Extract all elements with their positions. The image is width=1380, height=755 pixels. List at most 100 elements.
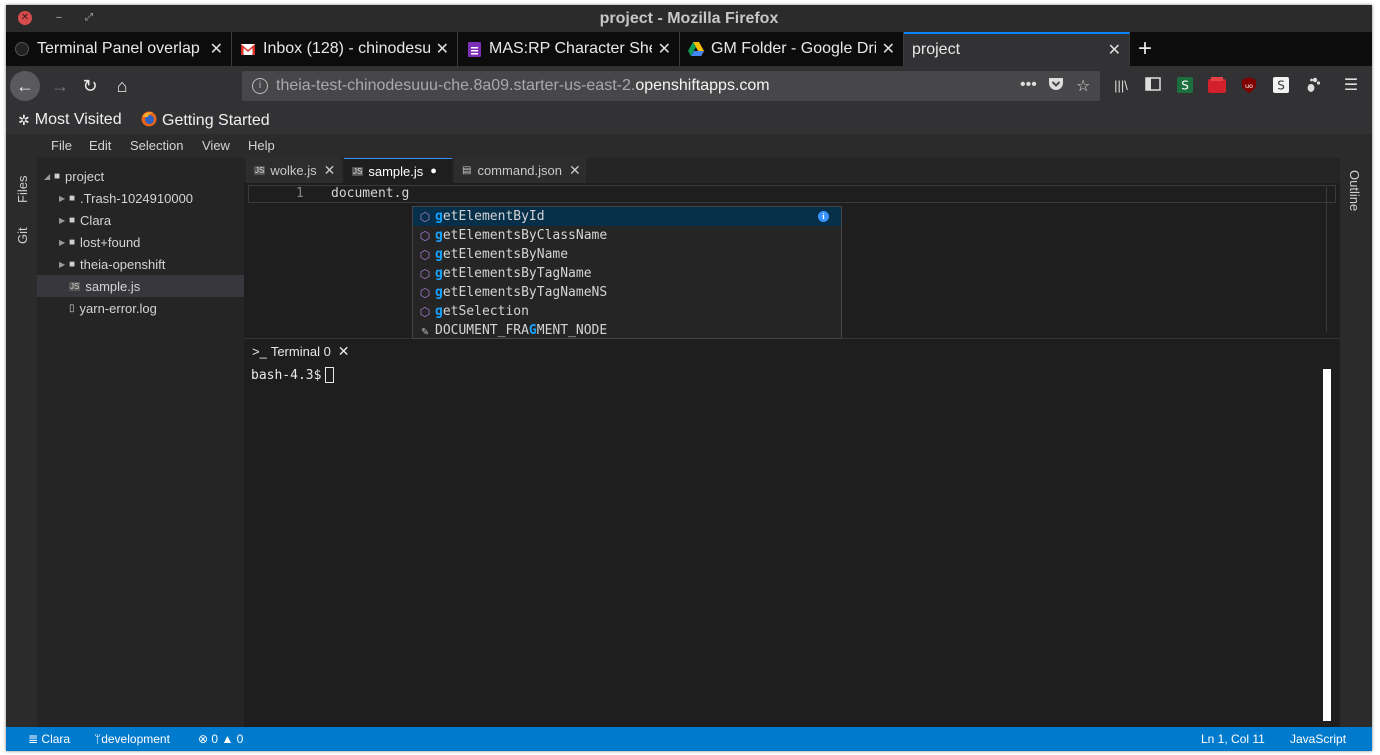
- folder-icon: ■: [69, 258, 76, 270]
- svg-text:S: S: [1181, 79, 1189, 93]
- browser-tab[interactable]: Inbox (128) - chinodesuuu ✕: [232, 32, 458, 66]
- tree-node-label: Clara: [80, 212, 112, 228]
- home-icon[interactable]: ⌂: [108, 72, 136, 100]
- s-extension-icon[interactable]: S: [1272, 77, 1290, 95]
- browser-tab[interactable]: GM Folder - Google Drive ✕: [680, 32, 904, 66]
- close-icon[interactable]: ✕: [210, 39, 223, 59]
- tree-root-project[interactable]: ◢ ■ project: [37, 165, 244, 187]
- hamburger-menu-icon[interactable]: ☰: [1342, 77, 1360, 95]
- new-tab-icon[interactable]: +: [1138, 35, 1152, 63]
- bookmark-most-visited[interactable]: ✲ Most Visited: [18, 111, 122, 129]
- ublock-origin-icon[interactable]: uo: [1240, 77, 1258, 95]
- code-line[interactable]: document.g: [331, 186, 409, 201]
- unsaved-dot-icon[interactable]: ●: [430, 165, 437, 177]
- url-domain: openshiftapps.com: [635, 77, 770, 94]
- js-file-icon: JS: [352, 166, 364, 176]
- title-bar: ✕ – ⤢ project - Mozilla Firefox: [6, 5, 1372, 32]
- tree-node-file[interactable]: JS sample.js: [37, 275, 244, 297]
- close-icon[interactable]: ✕: [882, 39, 895, 59]
- status-cursor-position[interactable]: Ln 1, Col 11: [1201, 732, 1265, 746]
- reload-icon[interactable]: ↻: [76, 72, 104, 100]
- editor-tab-label: sample.js: [368, 163, 424, 179]
- sidebar-toggle-icon[interactable]: [1144, 77, 1162, 95]
- browser-tab[interactable]: Terminal Panel overlap ✕: [6, 32, 232, 66]
- pocket-icon[interactable]: [1048, 76, 1064, 97]
- error-count: 0: [211, 732, 219, 746]
- file-explorer: ◢ ■ project ▶ ■ .Trash-1024910000 ▶ ■ Cl…: [37, 158, 244, 727]
- menu-help[interactable]: Help: [248, 138, 275, 153]
- editor-tab-bar: JS wolke.js ✕ JS sample.js ● ▤ command.j…: [244, 158, 1340, 183]
- menu-file[interactable]: File: [51, 138, 72, 153]
- tree-node-file[interactable]: ▯ yarn-error.log: [37, 297, 244, 319]
- suggestion-item[interactable]: ⬡ g etElementsByTagName: [413, 264, 841, 283]
- suggestion-item[interactable]: ⬡ g etElementById i: [413, 207, 841, 226]
- menu-edit[interactable]: Edit: [89, 138, 111, 153]
- status-language[interactable]: JavaScript: [1290, 732, 1346, 746]
- editor-scrollbar[interactable]: [1326, 187, 1334, 332]
- browser-tab-title: GM Folder - Google Drive: [711, 40, 876, 57]
- forward-arrow-icon[interactable]: →: [46, 72, 74, 100]
- tab-files[interactable]: Files: [15, 176, 30, 203]
- suggestion-item[interactable]: ⬡ g etSelection: [413, 302, 841, 321]
- browser-tab[interactable]: MAS:RP Character Sheet ✕: [458, 32, 680, 66]
- tree-node-folder[interactable]: ▶ ■ theia-openshift: [37, 253, 244, 275]
- terminal-scrollbar[interactable]: [1323, 369, 1331, 721]
- red-extension-icon[interactable]: [1208, 77, 1226, 95]
- terminal-tab[interactable]: >_ Terminal 0 ✕: [244, 339, 358, 364]
- suggestion-item[interactable]: ✎ DOCUMENT_FRA G MENT_NODE: [413, 321, 841, 340]
- chevron-right-icon[interactable]: ▶: [59, 260, 69, 269]
- chevron-right-icon[interactable]: ▶: [59, 216, 69, 225]
- menu-view[interactable]: View: [202, 138, 230, 153]
- status-problems[interactable]: ⊗ 0 ▲ 0: [198, 732, 243, 746]
- editor-tab[interactable]: ▤ command.json ✕: [454, 158, 586, 183]
- tree-node-folder[interactable]: ▶ ■ lost+found: [37, 231, 244, 253]
- gmail-icon: [240, 41, 256, 57]
- menu-selection[interactable]: Selection: [130, 138, 183, 153]
- bookmark-getting-started[interactable]: Getting Started: [141, 111, 270, 130]
- method-cube-icon: ⬡: [419, 247, 431, 262]
- close-icon[interactable]: ✕: [436, 39, 449, 59]
- suggestion-item[interactable]: ⬡ g etElementsByTagNameNS: [413, 283, 841, 302]
- info-icon[interactable]: i: [252, 78, 268, 94]
- close-icon[interactable]: ✕: [338, 343, 350, 360]
- status-branch[interactable]: ᛘdevelopment: [94, 732, 170, 746]
- chevron-down-icon[interactable]: ◢: [44, 172, 54, 181]
- suggestion-item[interactable]: ⬡ g etElementsByName: [413, 245, 841, 264]
- terminal-output[interactable]: bash-4.3$: [251, 367, 335, 383]
- line-number: 1: [296, 186, 304, 201]
- close-icon[interactable]: ✕: [1108, 40, 1121, 60]
- url-bar[interactable]: i theia-test-chinodesuuu-che.8a09.starte…: [242, 71, 1100, 101]
- status-repo-label: Clara: [41, 732, 71, 746]
- info-icon[interactable]: i: [818, 211, 829, 222]
- editor-tab[interactable]: JS wolke.js ✕: [246, 158, 342, 183]
- page-actions-icon[interactable]: •••: [1020, 76, 1037, 94]
- browser-tab-active[interactable]: project ✕: [904, 32, 1130, 66]
- tree-node-folder[interactable]: ▶ ■ .Trash-1024910000: [37, 187, 244, 209]
- svg-text:S: S: [1277, 79, 1285, 93]
- error-icon: ⊗: [198, 732, 209, 746]
- gnome-extension-icon[interactable]: [1304, 77, 1322, 95]
- status-repo[interactable]: ≣ Clara: [28, 732, 70, 746]
- tab-git[interactable]: Git: [15, 227, 30, 244]
- library-icon[interactable]: |||\: [1112, 77, 1130, 95]
- back-arrow-icon[interactable]: ←: [10, 71, 40, 101]
- bookmark-star-icon[interactable]: ☆: [1076, 76, 1090, 96]
- js-file-icon: JS: [69, 281, 81, 291]
- tree-node-label: project: [65, 168, 105, 184]
- chevron-right-icon[interactable]: ▶: [59, 194, 69, 203]
- stylus-extension-icon[interactable]: S: [1176, 77, 1194, 95]
- chevron-right-icon[interactable]: ▶: [59, 238, 69, 247]
- suggestion-match: g: [435, 266, 443, 281]
- suggestion-item[interactable]: ⬡ g etElementsByClassName: [413, 226, 841, 245]
- warning-icon: ▲: [221, 732, 234, 746]
- close-icon[interactable]: ✕: [324, 162, 336, 179]
- suggest-widget: ⬡ g etElementById i ⬡ g etElementsByClassN…: [412, 206, 842, 339]
- browser-tab-title: project: [912, 41, 961, 58]
- editor-tab-active[interactable]: JS sample.js ●: [344, 158, 452, 183]
- url-prefix: theia-test-chinodesuuu-che.8a09.starter-…: [276, 77, 636, 94]
- database-icon: ≣: [28, 732, 39, 746]
- close-icon[interactable]: ✕: [569, 162, 581, 179]
- tab-outline[interactable]: Outline: [1347, 170, 1362, 211]
- tree-node-folder[interactable]: ▶ ■ Clara: [37, 209, 244, 231]
- close-icon[interactable]: ✕: [658, 39, 671, 59]
